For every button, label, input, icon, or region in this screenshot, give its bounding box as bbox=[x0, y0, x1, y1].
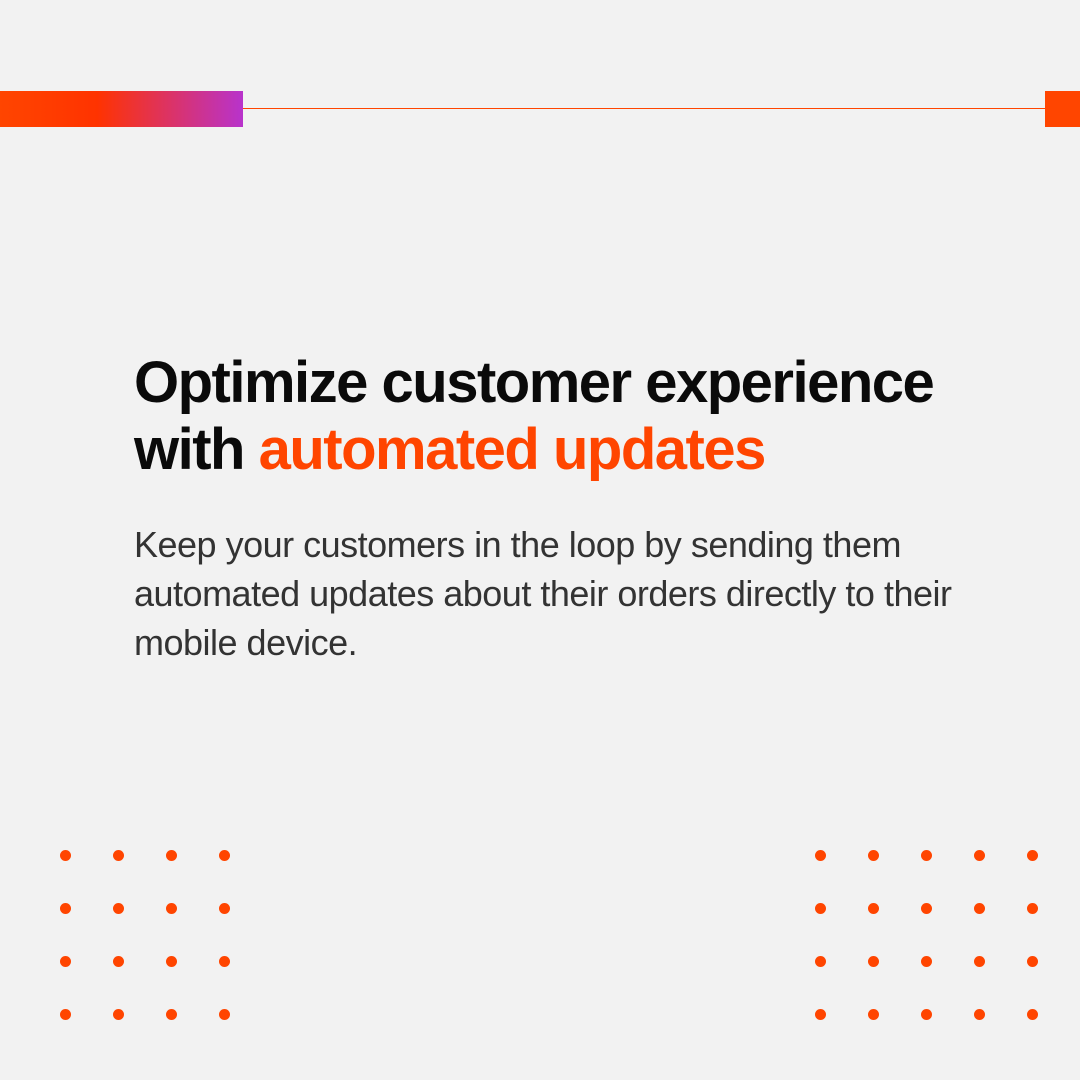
heading-highlight: automated updates bbox=[259, 417, 765, 482]
dot-icon bbox=[815, 1009, 826, 1020]
dot-icon bbox=[921, 850, 932, 861]
dot-icon bbox=[219, 850, 230, 861]
decorative-horizontal-line bbox=[243, 108, 1080, 109]
dot-icon bbox=[166, 850, 177, 861]
dot-icon bbox=[974, 1009, 985, 1020]
decorative-dots-left bbox=[60, 850, 230, 1020]
dot-icon bbox=[219, 903, 230, 914]
dot-icon bbox=[219, 956, 230, 967]
decorative-dots-right bbox=[815, 850, 1038, 1020]
dot-icon bbox=[113, 903, 124, 914]
dot-icon bbox=[921, 956, 932, 967]
body-paragraph: Keep your customers in the loop by sendi… bbox=[134, 521, 980, 667]
dot-icon bbox=[815, 956, 826, 967]
dot-icon bbox=[1027, 850, 1038, 861]
dot-icon bbox=[974, 903, 985, 914]
main-content: Optimize customer experience with automa… bbox=[134, 350, 980, 667]
dot-icon bbox=[166, 903, 177, 914]
dot-icon bbox=[974, 956, 985, 967]
dot-icon bbox=[113, 956, 124, 967]
dot-icon bbox=[1027, 1009, 1038, 1020]
dot-icon bbox=[113, 1009, 124, 1020]
dot-icon bbox=[868, 903, 879, 914]
dot-icon bbox=[60, 850, 71, 861]
dot-icon bbox=[868, 1009, 879, 1020]
decorative-bar-right bbox=[1045, 91, 1080, 127]
dot-icon bbox=[60, 1009, 71, 1020]
dot-icon bbox=[113, 850, 124, 861]
page-heading: Optimize customer experience with automa… bbox=[134, 350, 980, 483]
dot-icon bbox=[974, 850, 985, 861]
dot-icon bbox=[868, 850, 879, 861]
decorative-gradient-bar-left bbox=[0, 91, 243, 127]
dot-icon bbox=[166, 1009, 177, 1020]
dot-icon bbox=[1027, 956, 1038, 967]
dot-icon bbox=[60, 956, 71, 967]
dot-icon bbox=[868, 956, 879, 967]
dot-icon bbox=[1027, 903, 1038, 914]
dot-icon bbox=[815, 903, 826, 914]
dot-icon bbox=[60, 903, 71, 914]
dot-icon bbox=[815, 850, 826, 861]
dot-icon bbox=[166, 956, 177, 967]
dot-icon bbox=[921, 903, 932, 914]
dot-icon bbox=[921, 1009, 932, 1020]
dot-icon bbox=[219, 1009, 230, 1020]
